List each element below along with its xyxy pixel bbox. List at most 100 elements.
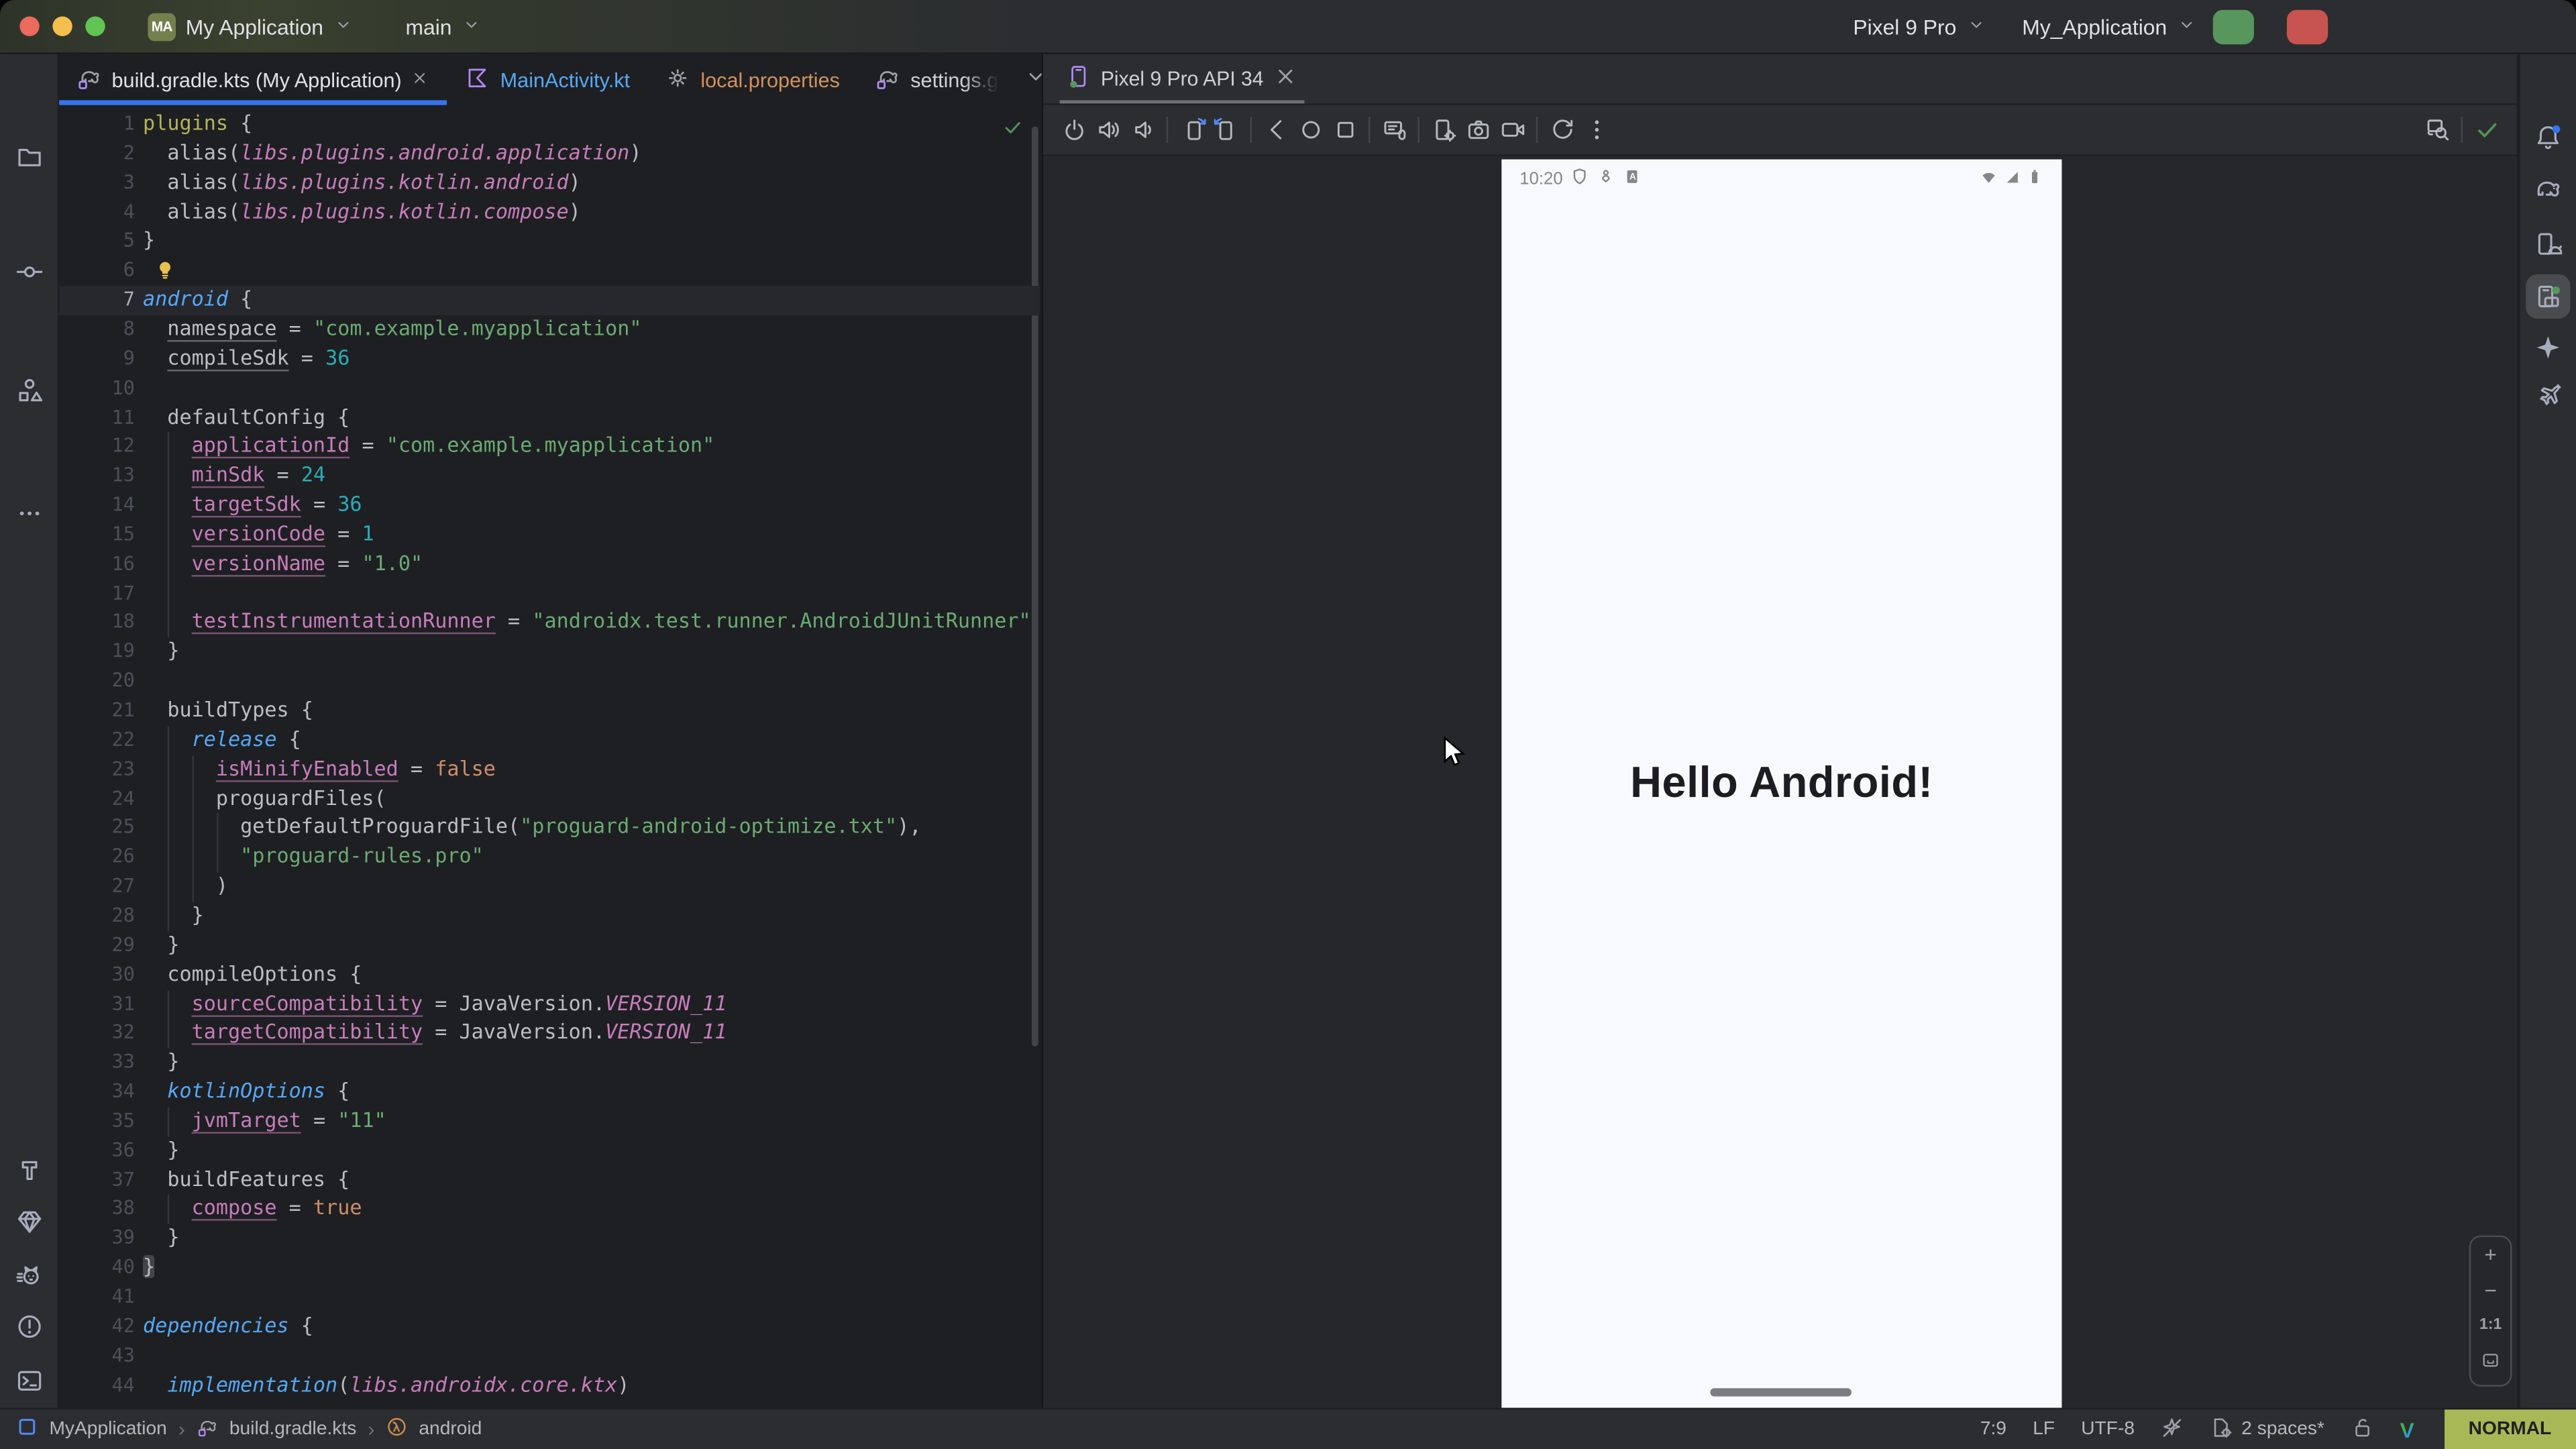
code-line[interactable]: 2 alias(libs.plugins.android.application… bbox=[59, 140, 1040, 169]
zoom-in-button[interactable]: + bbox=[2484, 1244, 2497, 1266]
code-line[interactable]: 9 compileSdk = 36 bbox=[59, 345, 1040, 374]
code-line[interactable]: 37 buildFeatures { bbox=[59, 1166, 1040, 1195]
terminal-tool-button[interactable] bbox=[15, 1367, 43, 1403]
display-mode-button[interactable] bbox=[1377, 113, 1411, 147]
close-icon[interactable] bbox=[411, 68, 429, 91]
code-line[interactable]: 41 bbox=[59, 1283, 1040, 1313]
gesture-navigation-bar[interactable] bbox=[1710, 1388, 1851, 1396]
assistant-tool-button[interactable] bbox=[2534, 381, 2563, 417]
code-line[interactable]: 16 versionName = "1.0" bbox=[59, 550, 1040, 580]
notifications-button[interactable] bbox=[2534, 123, 2563, 160]
rerun-button[interactable] bbox=[2213, 9, 2254, 43]
breadcrumb-project[interactable]: MyApplication bbox=[49, 1419, 166, 1439]
vcs-branch-widget[interactable]: main bbox=[396, 14, 482, 39]
code-line[interactable]: 36 } bbox=[59, 1136, 1040, 1166]
reset-device-button[interactable] bbox=[1544, 113, 1578, 147]
device-selector[interactable]: Pixel 9 Pro bbox=[1843, 14, 1986, 39]
run-configuration-selector[interactable]: My_Application bbox=[2012, 14, 2197, 39]
ideavim-icon[interactable]: V bbox=[2400, 1417, 2414, 1442]
zoom-out-button[interactable]: − bbox=[2484, 1280, 2497, 1301]
code-line[interactable]: 42dependencies { bbox=[59, 1312, 1040, 1342]
code-line[interactable]: 7android { bbox=[59, 286, 1040, 315]
rotate-left-button[interactable] bbox=[1175, 113, 1209, 147]
screenshot-button[interactable] bbox=[1460, 113, 1495, 147]
zoom-to-fit-button[interactable] bbox=[2481, 1348, 2500, 1378]
code-line[interactable]: 38 compose = true bbox=[59, 1195, 1040, 1224]
code-line[interactable]: 18 testInstrumentationRunner = "androidx… bbox=[59, 608, 1040, 638]
logcat-tool-button[interactable] bbox=[15, 1262, 43, 1298]
code-line[interactable]: 12 applicationId = "com.example.myapplic… bbox=[59, 433, 1040, 462]
line-separator-widget[interactable]: LF bbox=[2033, 1419, 2055, 1439]
code-line[interactable]: 11 defaultConfig { bbox=[59, 403, 1040, 433]
emulator-more-button[interactable] bbox=[1578, 113, 1613, 147]
code-line[interactable]: 10 bbox=[59, 374, 1040, 403]
close-window-button[interactable] bbox=[19, 16, 39, 36]
editor-tab[interactable]: MainActivity.kt bbox=[447, 54, 648, 105]
volume-up-button[interactable] bbox=[1091, 113, 1125, 147]
screen-record-button[interactable] bbox=[1495, 113, 1529, 147]
structure-tool-button[interactable] bbox=[15, 376, 43, 413]
gradle-tool-button[interactable] bbox=[2534, 176, 2563, 212]
project-tool-button[interactable] bbox=[15, 143, 43, 179]
code-editor[interactable]: 1plugins {2 alias(libs.plugins.android.a… bbox=[59, 105, 1040, 1408]
editor-tab[interactable]: build.gradle.kts (My Application) bbox=[59, 54, 447, 105]
code-line[interactable]: 21 buildTypes { bbox=[59, 696, 1040, 726]
zoom-window-button[interactable] bbox=[85, 16, 105, 36]
app-quality-insights-button[interactable] bbox=[15, 1208, 43, 1244]
stop-button[interactable] bbox=[2287, 9, 2328, 43]
code-line[interactable]: 17 bbox=[59, 579, 1040, 608]
code-line[interactable]: 27 ) bbox=[59, 873, 1040, 902]
minimize-window-button[interactable] bbox=[52, 16, 72, 36]
code-line[interactable]: 34 kotlinOptions { bbox=[59, 1078, 1040, 1108]
code-line[interactable]: 13 minSdk = 24 bbox=[59, 462, 1040, 492]
code-line[interactable]: 5} bbox=[59, 227, 1040, 257]
android-overview-button[interactable] bbox=[1328, 113, 1362, 147]
code-line[interactable]: 4 alias(libs.plugins.kotlin.compose) bbox=[59, 198, 1040, 227]
encoding-widget[interactable]: UTF-8 bbox=[2081, 1419, 2135, 1439]
code-line[interactable]: 26 "proguard-rules.pro" bbox=[59, 843, 1040, 873]
code-line[interactable]: 1plugins { bbox=[59, 110, 1040, 140]
code-line[interactable]: 43 bbox=[59, 1342, 1040, 1371]
indent-widget[interactable]: 2 spaces* bbox=[2210, 1415, 2324, 1444]
build-tool-button[interactable] bbox=[15, 1157, 43, 1193]
code-line[interactable]: 15 versionCode = 1 bbox=[59, 521, 1040, 550]
vim-mode-badge[interactable]: NORMAL bbox=[2444, 1409, 2576, 1449]
editor-tab[interactable]: local.properties bbox=[648, 54, 858, 105]
zoom-mode-button[interactable] bbox=[2420, 113, 2454, 147]
breadcrumb-element[interactable]: android bbox=[419, 1419, 482, 1439]
rotate-right-button[interactable] bbox=[1209, 113, 1243, 147]
code-line[interactable]: 6 bbox=[59, 257, 1040, 286]
code-line[interactable]: 24 proguardFiles( bbox=[59, 785, 1040, 814]
gemini-tool-button[interactable] bbox=[2534, 333, 2563, 370]
volume-down-button[interactable] bbox=[1126, 113, 1160, 147]
code-line[interactable]: 25 getDefaultProguardFile("proguard-andr… bbox=[59, 814, 1040, 843]
code-line[interactable]: 32 targetCompatibility = JavaVersion.VER… bbox=[59, 1019, 1040, 1049]
code-line[interactable]: 28 } bbox=[59, 902, 1040, 931]
code-line[interactable]: 31 sourceCompatibility = JavaVersion.VER… bbox=[59, 990, 1040, 1020]
running-devices-button[interactable] bbox=[2526, 274, 2570, 319]
code-line[interactable]: 8 namespace = "com.example.myapplication… bbox=[59, 315, 1040, 345]
breadcrumb-file[interactable]: build.gradle.kts bbox=[229, 1419, 356, 1439]
code-line[interactable]: 22 release { bbox=[59, 726, 1040, 755]
device-screen[interactable]: 10:20 A Hello Android! bbox=[1501, 160, 2061, 1408]
close-icon[interactable] bbox=[1273, 64, 1298, 94]
device-manager-button[interactable] bbox=[2534, 230, 2563, 266]
code-line[interactable]: 44 implementation(libs.androidx.core.ktx… bbox=[59, 1371, 1040, 1401]
code-line[interactable]: 3 alias(libs.plugins.kotlin.android) bbox=[59, 168, 1040, 198]
editor-tab[interactable]: settings.g bbox=[858, 54, 1016, 105]
code-line[interactable]: 29 } bbox=[59, 931, 1040, 961]
commit-tool-button[interactable] bbox=[15, 258, 43, 294]
code-line[interactable]: 19 } bbox=[59, 638, 1040, 667]
code-line[interactable]: 20 bbox=[59, 667, 1040, 697]
code-line[interactable]: 30 compileOptions { bbox=[59, 961, 1040, 990]
code-line[interactable]: 23 isMinifyEnabled = false bbox=[59, 755, 1040, 785]
code-line[interactable]: 35 jvmTarget = "11" bbox=[59, 1107, 1040, 1136]
problems-tool-button[interactable] bbox=[15, 1313, 43, 1349]
code-line[interactable]: 14 targetSdk = 36 bbox=[59, 491, 1040, 521]
code-line[interactable]: 33 } bbox=[59, 1049, 1040, 1078]
android-home-button[interactable] bbox=[1293, 113, 1327, 147]
ai-assistant-status-icon[interactable] bbox=[2161, 1415, 2184, 1444]
device-tab[interactable]: Pixel 9 Pro API 34 bbox=[1060, 54, 1305, 103]
readonly-lock-icon[interactable] bbox=[2351, 1415, 2373, 1444]
code-line[interactable]: 39 } bbox=[59, 1224, 1040, 1254]
